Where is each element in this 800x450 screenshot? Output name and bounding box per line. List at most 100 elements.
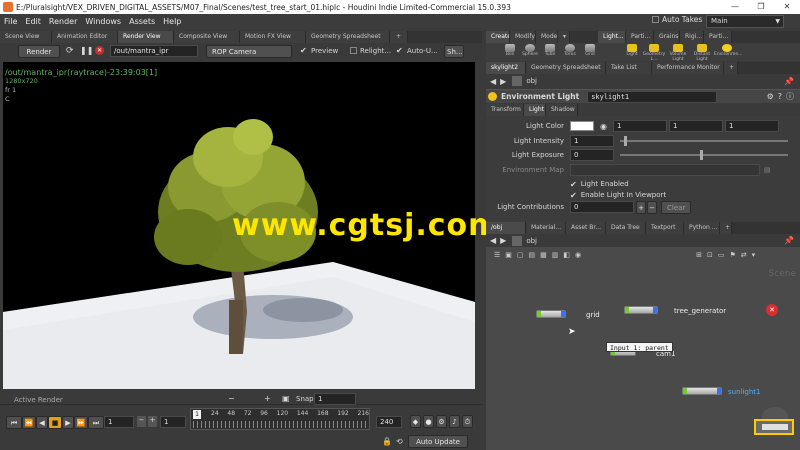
add-tab-icon[interactable]: + [390,31,408,43]
slider-handle[interactable] [624,136,627,146]
tab-composite-view[interactable]: Composite View [174,31,240,43]
camera-snapshot-icon[interactable]: ▣ [282,394,290,403]
audio-icon[interactable]: ♪ [449,415,460,428]
network-editor[interactable]: ☰ ▣ ▢ ▤ ▦ ▥ ◧ ◉ ⊞ ⊡ ▭ ⚑ ⇄ ▾ Scene grid ➤… [486,247,800,450]
grid-view-icon[interactable]: ▦ [540,251,547,259]
tab-render-view[interactable]: Render View [118,31,174,43]
color-palette-icon[interactable]: ◉ [575,251,581,259]
frame-minus-icon[interactable]: − [137,416,146,427]
pause-icon[interactable]: ❚❚ [80,46,93,55]
pin-icon[interactable]: 📌 [784,77,794,86]
play-icon[interactable]: ▶ [62,415,74,429]
tab-motion-fx-view[interactable]: Motion FX View [240,31,306,43]
add-tab-icon[interactable]: + [720,222,732,234]
minus-icon[interactable]: − [228,394,235,403]
tab-take-list[interactable]: Take List [606,62,652,74]
tab-scene-view[interactable]: Scene View [0,31,52,43]
tab-skylight2[interactable]: skylight2 [486,62,526,74]
auto-update-select[interactable]: Auto Update [408,435,468,448]
environment-map-field[interactable] [570,164,760,176]
tab-geometry-spreadsheet-right[interactable]: Geometry Spreadsheet [526,62,606,74]
gear-icon[interactable]: ⚙ [767,92,774,101]
tab-geometry-spreadsheet[interactable]: Geometry Spreadsheet [306,31,390,43]
shelf-tool-environment-light[interactable]: Environme... [714,43,742,61]
shelf-tool-torus[interactable]: Torus [560,43,580,61]
light-exposure-slider[interactable] [620,150,788,160]
light-contributions-field[interactable]: 0 [570,201,634,213]
frame-start-field[interactable]: 1 [104,416,134,428]
light-intensity-field[interactable]: 1 [570,135,614,147]
color-wheel-icon[interactable]: ◉ [600,122,607,131]
remove-contribution-icon[interactable]: − [647,200,657,214]
tab-python[interactable]: Python ... [684,222,720,234]
current-frame-marker[interactable]: 1 [193,410,201,419]
add-tab-icon[interactable]: + [724,62,738,74]
light-color-g-field[interactable]: 1 [668,120,723,132]
add-contribution-icon[interactable]: + [636,200,646,214]
shelf-tool-grid[interactable]: Grid [580,43,600,61]
info-icon[interactable]: ⓘ [786,91,794,102]
tab-obj[interactable]: /obj [486,222,526,234]
tab-particles[interactable]: Parti... [626,31,654,43]
forward-arrow-icon[interactable]: ▶ [500,77,506,86]
light-intensity-slider[interactable] [620,136,788,146]
layout-icon[interactable]: ▤ [529,251,536,259]
tab-rigid[interactable]: Rigi... [680,31,704,43]
realtime-icon[interactable]: ⏱ [462,415,473,428]
list-icon[interactable]: ☰ [494,251,500,259]
file-browse-icon[interactable]: ▤ [764,166,771,174]
key-icon[interactable]: ◆ [410,415,421,428]
node-grid[interactable] [536,310,566,318]
play-reverse-icon[interactable]: ◀ [36,415,48,429]
flag-icon[interactable]: ⚑ [730,251,736,259]
jump-start-icon[interactable]: ⏮ [6,415,22,429]
network-map-icon[interactable]: ▭ [718,251,725,259]
rop-path-field[interactable]: /out/mantra_ipr [110,45,198,57]
network-menu-icon[interactable]: ▾ [752,251,756,259]
light-color-r-field[interactable]: 1 [612,120,667,132]
shelf-tool-box[interactable]: Box [500,43,520,61]
enable-viewport-checkbox[interactable]: ✔ [570,191,577,200]
menu-render[interactable]: Render [45,14,81,30]
tab-grains[interactable]: Grains [654,31,680,43]
selected-node-skylight[interactable] [754,419,794,435]
auto-takes-toggle[interactable]: Auto Takes [652,15,702,24]
tab-material-palette[interactable]: Material... [526,222,566,234]
light-exposure-field[interactable]: 0 [570,149,614,161]
tab-particles-2[interactable]: Parti... [704,31,732,43]
shelf-menu-icon[interactable]: ▾ [558,31,570,43]
back-arrow-icon[interactable]: ◀ [490,236,496,245]
step-back-icon[interactable]: ⏪ [22,415,36,429]
stop-playback-icon[interactable]: ■ [48,415,62,429]
node-name-field[interactable]: skylight1 [587,90,718,103]
tab-asset-browser[interactable]: Asset Br... [566,222,606,234]
relight-checkbox[interactable] [350,47,357,54]
tab-create[interactable]: Create [486,31,510,43]
current-frame-field[interactable]: 1 [160,416,186,428]
frame-plus-icon[interactable]: + [148,416,157,427]
menu-assets[interactable]: Assets [125,14,159,30]
clear-button[interactable]: Clear [661,200,691,214]
menu-help[interactable]: Help [159,14,185,30]
jump-end-icon[interactable]: ⏭ [88,415,104,429]
tab-modify[interactable]: Modify [510,31,536,43]
refresh-icon[interactable]: ⟳ [66,46,74,56]
tile-icon[interactable]: ▣ [505,251,512,259]
minimize-icon[interactable]: — [722,0,748,14]
snapshot-button[interactable]: Sh... [444,45,464,58]
menu-windows[interactable]: Windows [81,14,125,30]
close-icon[interactable]: ✕ [766,304,778,316]
tab-model[interactable]: Model [536,31,558,43]
lock-icon[interactable]: 🔒 [382,437,392,446]
arrows-icon[interactable]: ⇄ [741,251,747,259]
forward-arrow-icon[interactable]: ▶ [500,236,506,245]
close-icon[interactable]: ✕ [774,0,800,14]
tab-shadow[interactable]: Shadow [546,104,578,116]
shelf-tool-geometry-light[interactable]: Geometry L... [642,43,666,62]
restore-icon[interactable]: ❐ [748,0,774,14]
tab-animation-editor[interactable]: Animation Editor [52,31,118,43]
tab-performance-monitor[interactable]: Performance Monitor [652,62,724,74]
stop-icon[interactable]: ✕ [95,46,104,55]
shelf-tool-tube[interactable]: Tube [540,43,560,61]
timeline-ruler[interactable]: 1 24 48 72 96 120 144 168 192 216 [190,408,370,430]
